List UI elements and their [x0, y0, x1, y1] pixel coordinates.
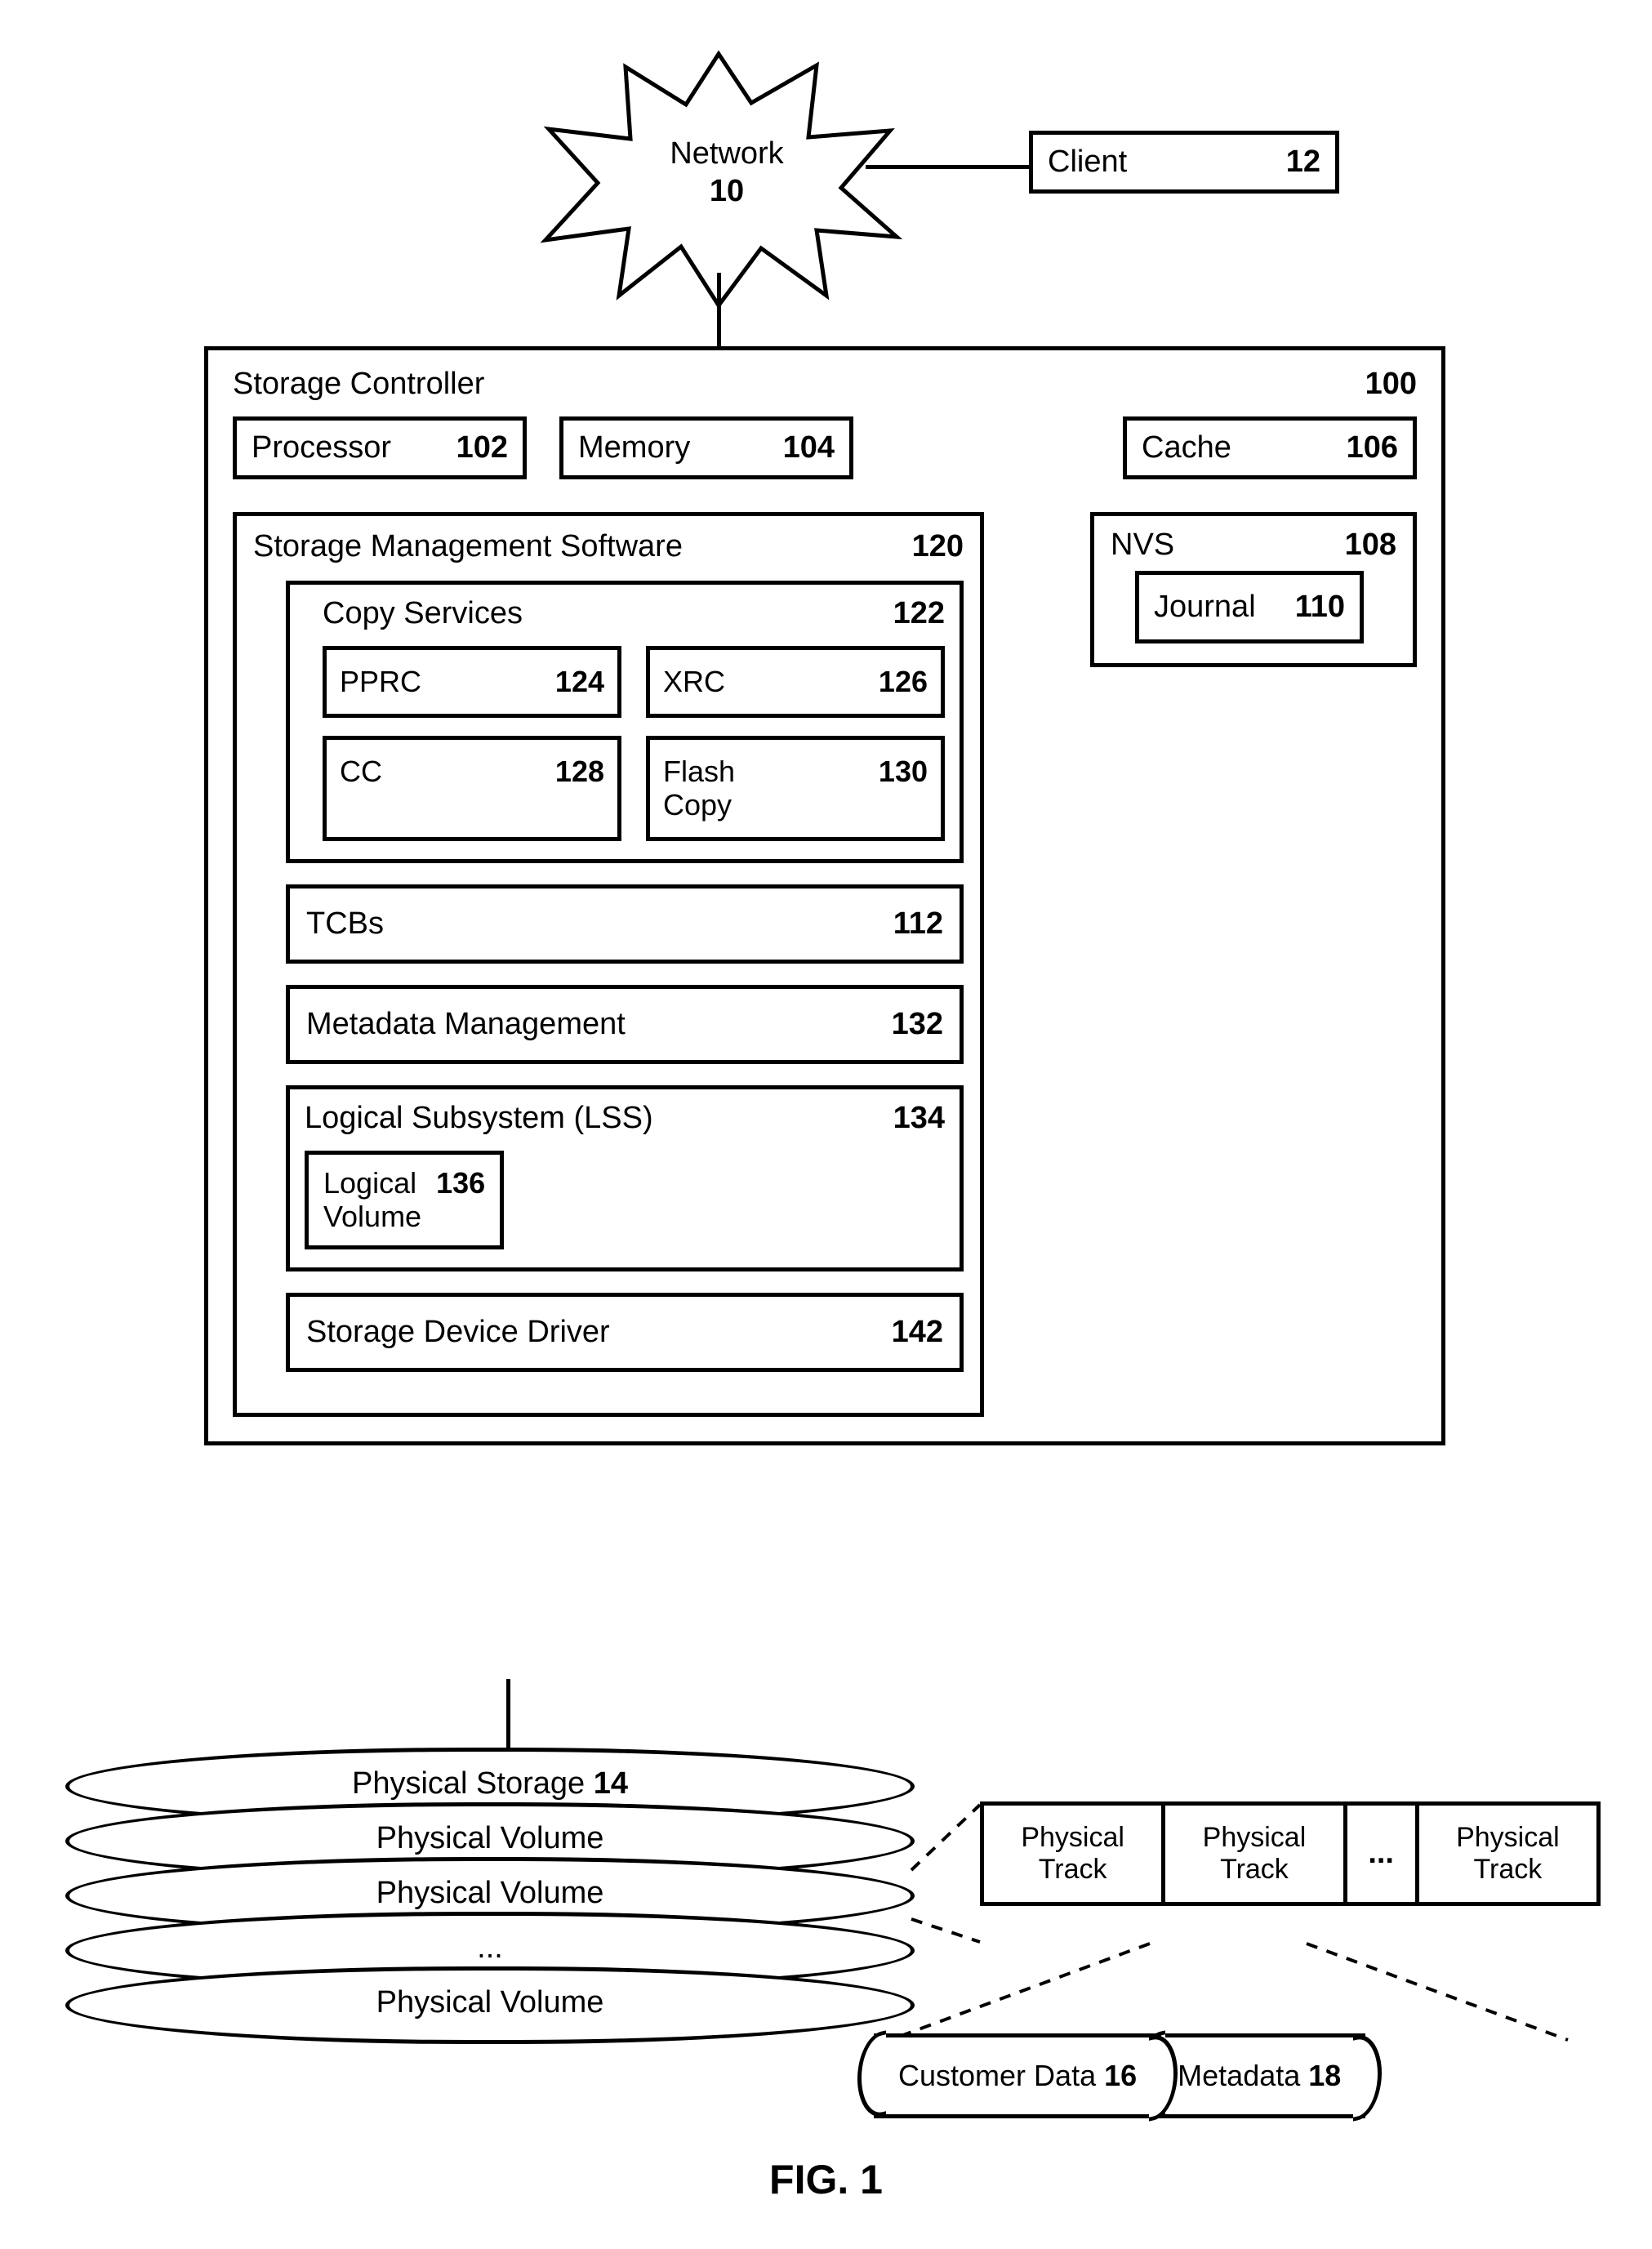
sc-label: Storage Controller: [233, 367, 484, 402]
flashcopy-label: FlashCopy: [663, 755, 862, 822]
metadata-mgmt-num: 132: [892, 1007, 943, 1042]
memory-label: Memory: [578, 430, 767, 465]
metadata-num: 18: [1308, 2059, 1341, 2092]
sms-label: Storage Management Software: [253, 529, 683, 564]
tcbs-num: 112: [893, 906, 943, 942]
connector: [506, 1679, 510, 1748]
copy-services: Copy Services 122 PPRC 124 XRC 126 CC 12…: [286, 581, 964, 863]
tcbs-label: TCBs: [306, 906, 877, 942]
pprc-num: 124: [555, 665, 604, 699]
metadata-mgmt-label: Metadata Management: [306, 1007, 875, 1042]
customer-data-label: Customer Data: [898, 2059, 1096, 2092]
journal-box: Journal 110: [1135, 571, 1364, 644]
cache-num: 106: [1347, 430, 1398, 465]
journal-label: Journal: [1154, 590, 1279, 625]
network-node: Network 10: [555, 49, 898, 294]
client-label: Client: [1048, 145, 1270, 180]
nvs-num: 108: [1345, 528, 1396, 563]
lss-container: Logical Subsystem (LSS) 134 LogicalVolum…: [286, 1085, 964, 1271]
storage-num: 14: [594, 1766, 628, 1801]
pprc-label: PPRC: [340, 665, 539, 699]
flashcopy-num: 130: [879, 755, 928, 789]
connector: [717, 273, 721, 346]
journal-num: 110: [1295, 590, 1345, 625]
logical-volume-label: LogicalVolume: [323, 1166, 421, 1234]
logical-volume-box: LogicalVolume 136: [305, 1151, 504, 1249]
storage-label: Physical Storage: [352, 1766, 585, 1801]
tcbs-box: TCBs 112: [286, 884, 964, 964]
cc-num: 128: [555, 755, 604, 789]
network-label: Network: [670, 136, 783, 171]
customer-data-scroll: Customer Data 16: [874, 2033, 1161, 2118]
cs-label: Copy Services: [323, 596, 523, 631]
track-label: PhysicalTrack: [1456, 1822, 1560, 1886]
cc-label: CC: [340, 755, 539, 789]
nvs-label: NVS: [1111, 528, 1174, 563]
storage-driver-box: Storage Device Driver 142: [286, 1293, 964, 1372]
lss-num: 134: [893, 1101, 945, 1136]
cc-box: CC 128: [323, 736, 621, 841]
cs-num: 122: [893, 596, 945, 631]
connector: [866, 165, 1029, 169]
cache-label: Cache: [1142, 430, 1330, 465]
processor-box: Processor 102: [233, 416, 527, 479]
storage-controller: Storage Controller 100 Processor 102 Mem…: [204, 346, 1445, 1445]
xrc-num: 126: [879, 665, 928, 699]
figure-label: FIG. 1: [0, 2156, 1652, 2203]
memory-num: 104: [783, 430, 835, 465]
metadata-mgmt-box: Metadata Management 132: [286, 985, 964, 1064]
processor-label: Processor: [252, 430, 440, 465]
network-num: 10: [555, 173, 898, 211]
sms-num: 120: [912, 529, 964, 564]
lss-label: Logical Subsystem (LSS): [305, 1101, 653, 1136]
sc-num: 100: [1365, 367, 1417, 402]
nvs-container: NVS 108 Journal 110: [1090, 512, 1417, 667]
physical-volume: Physical Volume: [65, 1966, 915, 2044]
physical-track-row: PhysicalTrack PhysicalTrack ... Physical…: [980, 1801, 1601, 1906]
storage-driver-label: Storage Device Driver: [306, 1315, 875, 1350]
customer-data-num: 16: [1104, 2059, 1137, 2092]
processor-num: 102: [456, 430, 508, 465]
memory-box: Memory 104: [559, 416, 853, 479]
xrc-box: XRC 126: [646, 646, 945, 718]
client-num: 12: [1286, 145, 1320, 180]
flashcopy-box: FlashCopy 130: [646, 736, 945, 841]
pprc-box: PPRC 124: [323, 646, 621, 718]
track-ellipsis: ...: [1347, 1806, 1419, 1902]
track-label: PhysicalTrack: [1021, 1822, 1124, 1886]
track-cell: PhysicalTrack: [1419, 1806, 1596, 1902]
cache-box: Cache 106: [1123, 416, 1417, 479]
client-box: Client 12: [1029, 131, 1339, 194]
sms-container: Storage Management Software 120 Copy Ser…: [233, 512, 984, 1417]
logical-volume-num: 136: [436, 1166, 485, 1200]
xrc-label: XRC: [663, 665, 862, 699]
track-cell: PhysicalTrack: [1165, 1806, 1347, 1902]
storage-driver-num: 142: [892, 1315, 943, 1350]
track-label: PhysicalTrack: [1203, 1822, 1307, 1886]
metadata-label: Metadata: [1178, 2059, 1300, 2092]
track-cell: PhysicalTrack: [984, 1806, 1165, 1902]
data-scroll-row: Customer Data 16 Metadata 18: [874, 2033, 1365, 2118]
metadata-scroll: Metadata 18: [1153, 2033, 1365, 2118]
physical-storage-stack: Physical Storage 14 Physical Volume Phys…: [65, 1748, 915, 2044]
